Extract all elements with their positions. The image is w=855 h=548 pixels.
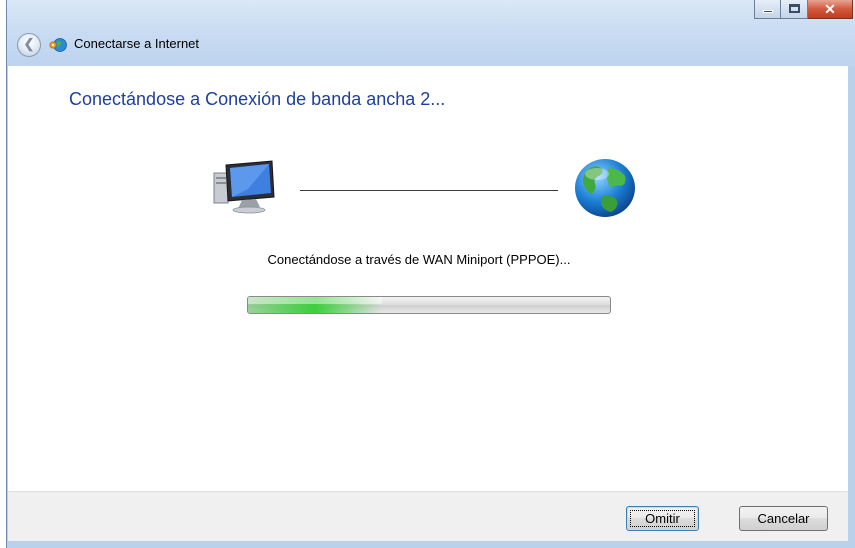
wizard-content: Conectándose a Conexión de banda ancha 2…: [8, 66, 848, 491]
maximize-icon: [789, 4, 800, 13]
back-button[interactable]: ❮: [17, 33, 41, 57]
wizard-window: ✕ ❮ Conectarse a Internet Conectándose a…: [6, 0, 855, 548]
button-bar: Omitir Cancelar: [8, 491, 848, 541]
cancel-button-label: Cancelar: [757, 511, 810, 526]
computer-icon: [213, 160, 275, 214]
network-globe-icon: [49, 38, 67, 52]
skip-button-label: Omitir: [645, 511, 680, 526]
title-bar: ✕ ❮ Conectarse a Internet: [7, 0, 855, 66]
connection-line: [300, 190, 558, 191]
progress-fill: [248, 297, 382, 313]
minimize-button[interactable]: [754, 0, 781, 19]
connection-status: Conectándose a través de WAN Miniport (P…: [267, 252, 571, 267]
progress-bar: [247, 296, 611, 314]
close-icon: ✕: [824, 1, 836, 17]
window-bottom-frame: [7, 541, 855, 548]
minimize-icon: [763, 10, 773, 13]
maximize-button[interactable]: [781, 0, 808, 19]
cancel-button[interactable]: Cancelar: [739, 506, 828, 531]
back-arrow-icon: ❮: [23, 36, 35, 51]
window-title: Conectarse a Internet: [74, 36, 200, 51]
page-heading: Conectándose a Conexión de banda ancha 2…: [69, 89, 446, 109]
skip-button[interactable]: Omitir: [626, 506, 699, 531]
caption-buttons: ✕: [754, 0, 853, 19]
internet-globe-icon: [575, 159, 635, 217]
close-button[interactable]: ✕: [808, 0, 853, 19]
